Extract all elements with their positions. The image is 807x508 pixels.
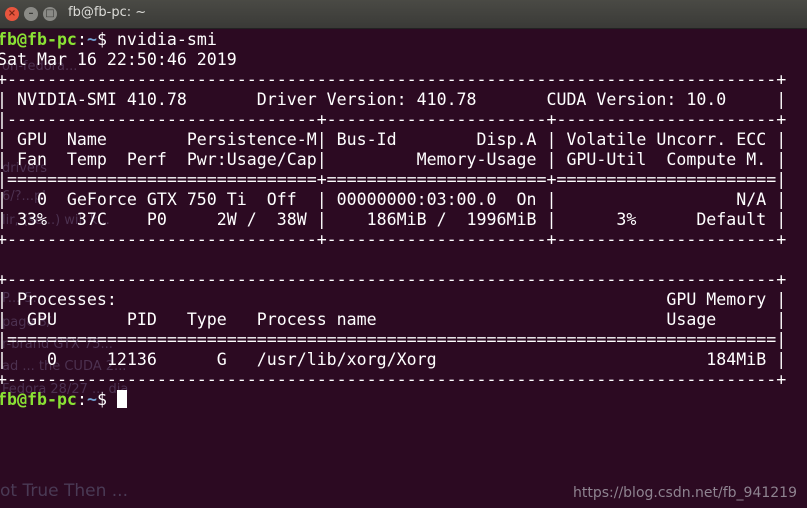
ghost-text: ot True Then ... — [0, 481, 128, 501]
window-title: fb@fb-pc: ~ — [68, 5, 147, 20]
command-text: nvidia-smi — [116, 30, 217, 49]
process-header: | Processes: GPU Memory | — [0, 290, 787, 309]
maximize-icon: □ — [45, 8, 55, 19]
prompt-separator: : — [76, 390, 87, 409]
text-cursor[interactable] — [116, 390, 127, 408]
gpu-row: | 0 GeForce GTX 750 Ti Off | 00000000:03… — [0, 190, 787, 209]
smi-rule: +---------------------------------------… — [0, 270, 787, 289]
prompt-user-host: fb@fb-pc — [0, 390, 77, 409]
prompt-symbol: $ — [96, 30, 117, 49]
smi-border: +---------------------------------------… — [0, 70, 787, 89]
smi-rule: |===============================+=======… — [0, 170, 787, 189]
process-header: | GPU PID Type Process name Usage | — [0, 310, 787, 329]
date-line: Sat Mar 16 22:50:46 2019 — [0, 50, 237, 69]
prompt-symbol: $ — [96, 390, 117, 409]
smi-rule: |=======================================… — [0, 330, 787, 349]
minimize-icon: – — [28, 8, 34, 19]
smi-rule: +---------------------------------------… — [0, 370, 787, 389]
prompt-separator: : — [76, 30, 87, 49]
maximize-button[interactable]: □ — [43, 7, 57, 21]
prompt-path: ~ — [86, 30, 97, 49]
smi-rule: |-------------------------------+-------… — [0, 110, 787, 129]
process-row: | 0 12136 G /usr/lib/xorg/Xorg 184MiB | — [0, 350, 787, 369]
watermark: https://blog.csdn.net/fb_941219 — [572, 485, 797, 501]
smi-version-line: | NVIDIA-SMI 410.78 Driver Version: 410.… — [0, 90, 787, 109]
smi-rule: +-------------------------------+-------… — [0, 230, 787, 249]
gpu-row: | 33% 37C P0 2W / 38W | 186MiB / 1996MiB… — [0, 210, 787, 229]
window-titlebar: × – □ fb@fb-pc: ~ — [0, 0, 807, 29]
prompt-path: ~ — [86, 390, 97, 409]
gpu-header: | Fan Temp Perf Pwr:Usage/Cap| Memory-Us… — [0, 150, 787, 169]
minimize-button[interactable]: – — [24, 7, 38, 21]
prompt-line: fb@fb-pc:~$ nvidia-smi — [0, 30, 217, 49]
prompt-line: fb@fb-pc:~$ — [0, 390, 127, 409]
close-icon: × — [7, 8, 17, 19]
prompt-user-host: fb@fb-pc — [0, 30, 77, 49]
close-button[interactable]: × — [5, 7, 19, 21]
gpu-header: | GPU Name Persistence-M| Bus-Id Disp.A … — [0, 130, 787, 149]
terminal-output: fb@fb-pc:~$ nvidia-smi Sat Mar 16 22:50:… — [0, 30, 786, 410]
terminal-area[interactable]: on-fedora... drivers 6/?...pl lir, (se..… — [0, 29, 807, 508]
